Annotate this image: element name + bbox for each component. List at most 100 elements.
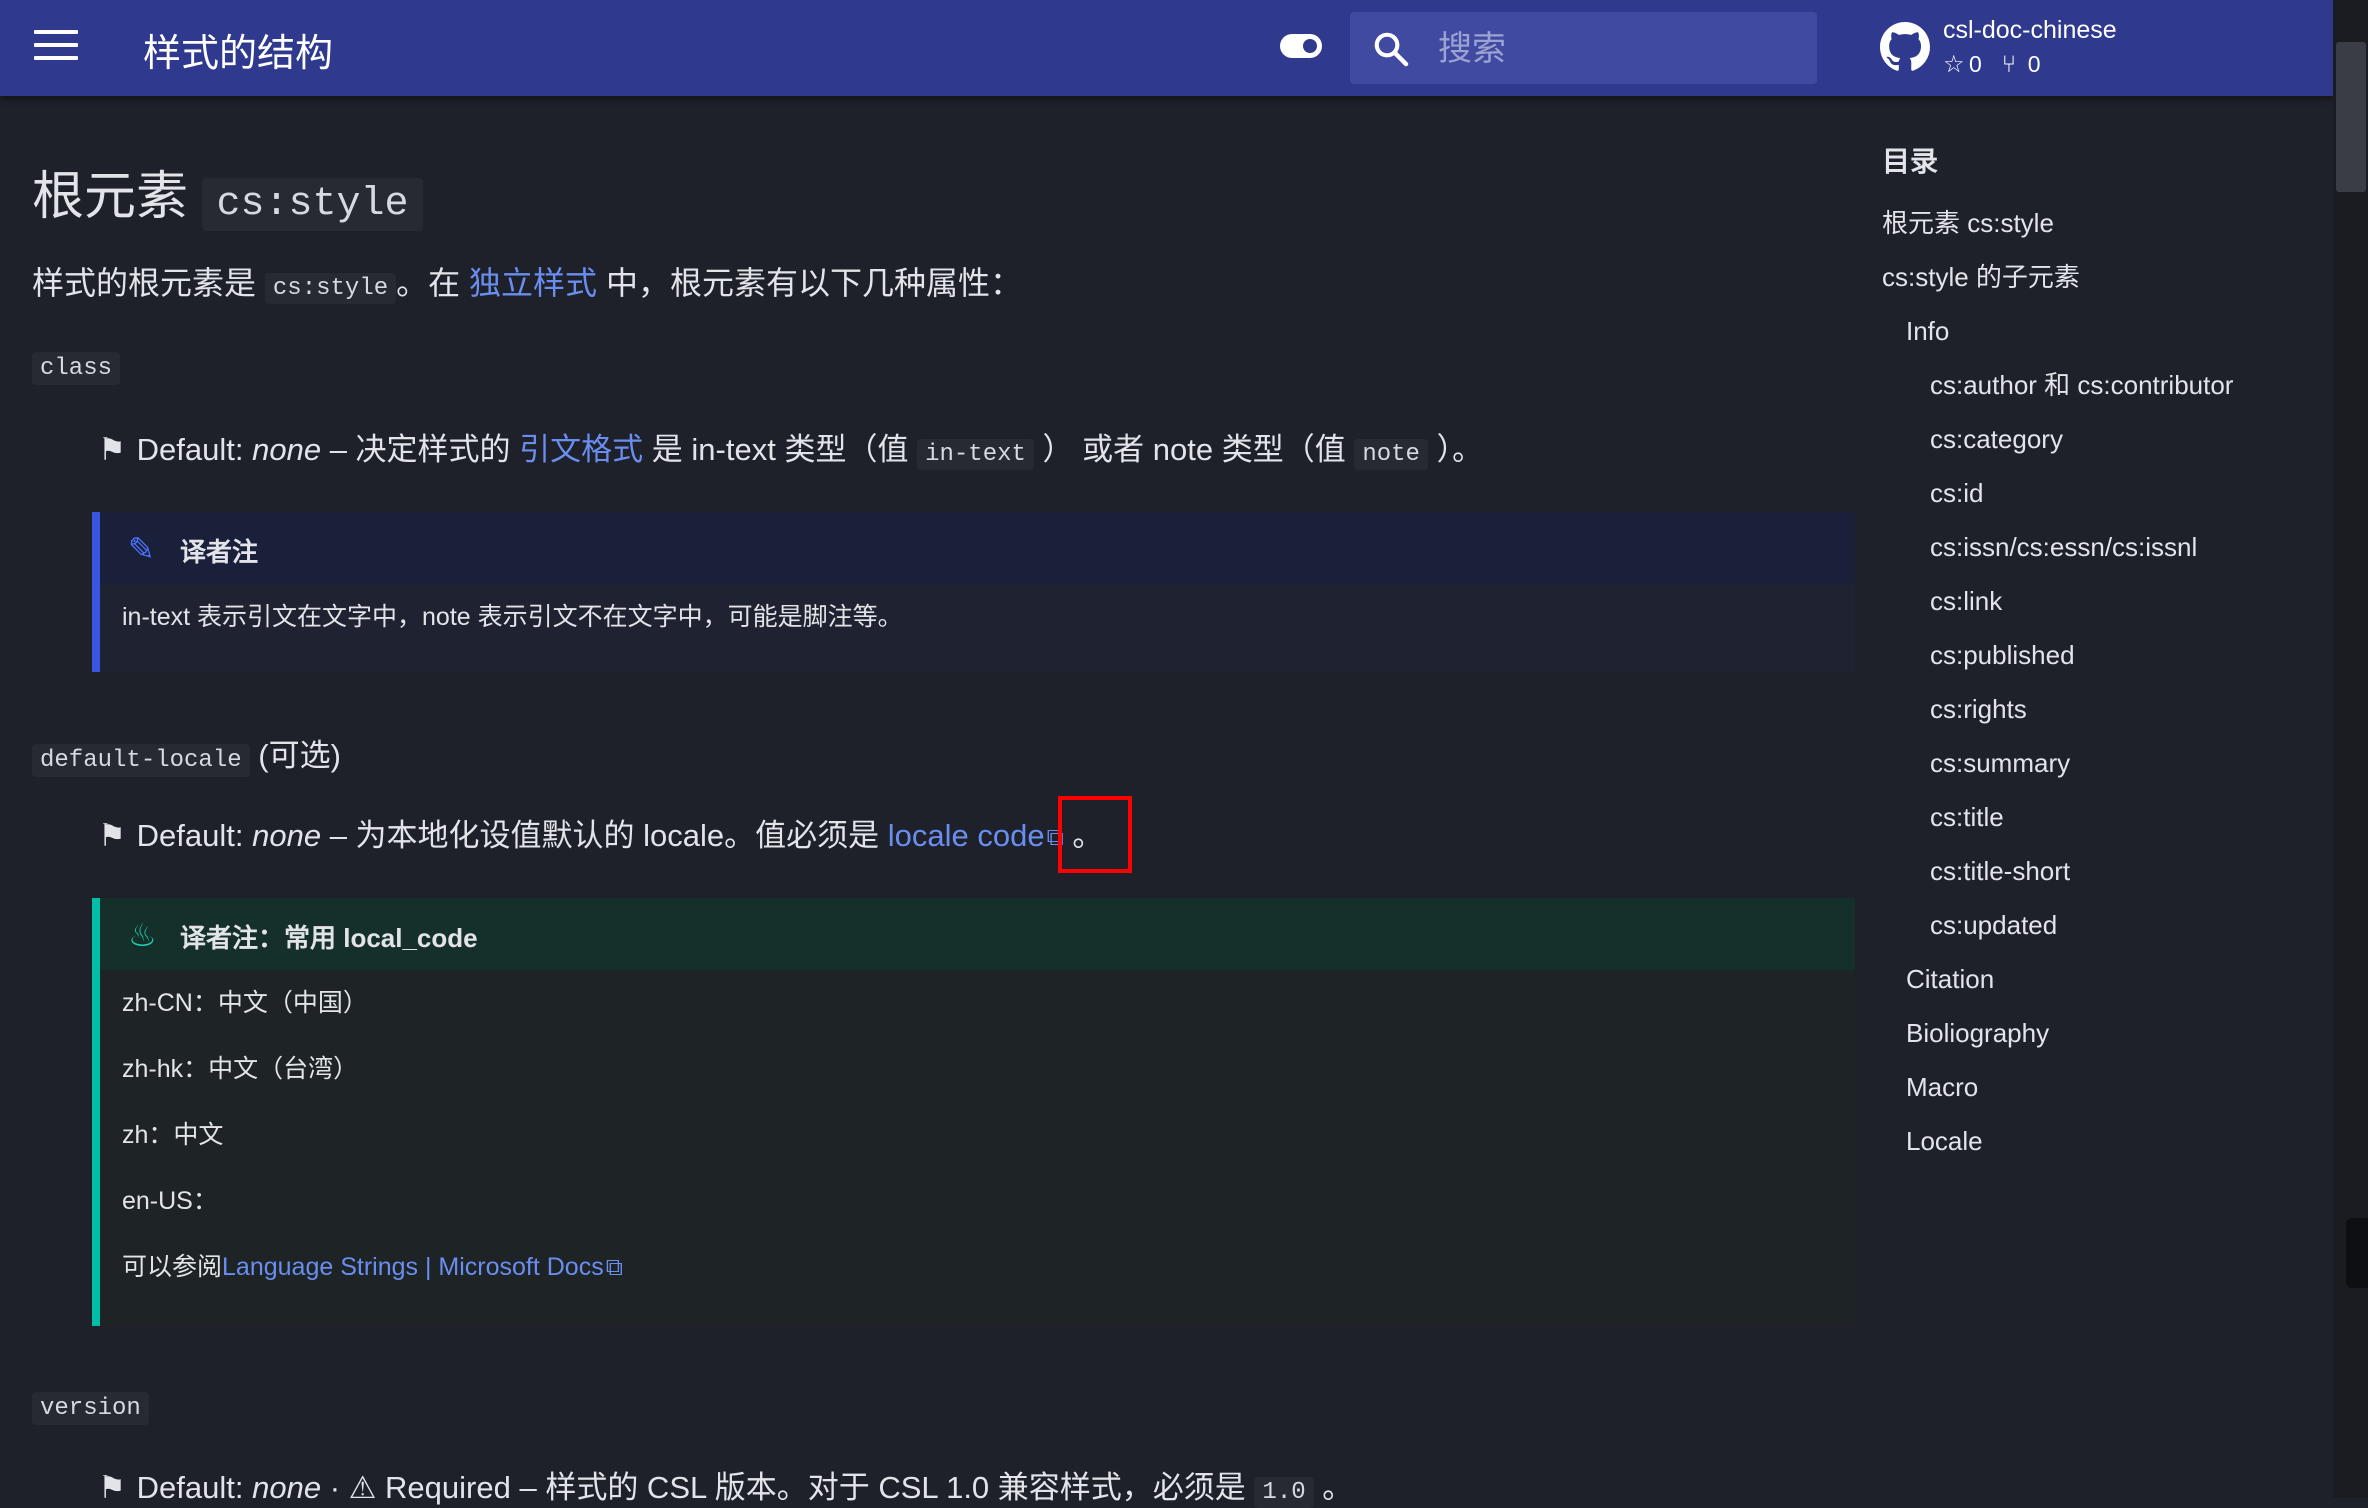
attr-default-locale: default-locale (可选) (32, 730, 341, 777)
class-desc-c: ） 或者 note 类型（值 (1042, 432, 1346, 467)
flag-icon: ⚑ (98, 1470, 126, 1505)
external-link-icon[interactable]: ⧉ (1047, 824, 1064, 852)
attr-version: version (32, 1386, 149, 1425)
locale-desc-b: 。 (1072, 818, 1104, 853)
code-in-text: in-text (917, 439, 1034, 470)
scrollbar-thumb[interactable] (2336, 42, 2366, 192)
standalone-style-link[interactable]: 独立样式 (469, 265, 597, 301)
toc-item[interactable]: cs:summary (1882, 736, 2302, 790)
tip-body: zh-CN：中文（中国） zh-hk：中文（台湾） zh：中文 en-US： 可… (100, 970, 1855, 1300)
toc-item[interactable]: cs:category (1882, 412, 2302, 466)
locale-line: zh-CN：中文（中国） (122, 989, 368, 1017)
reference-line: 可以参阅Language Strings | Microsoft Docs⧉ (122, 1234, 1855, 1300)
default-value: none (252, 432, 322, 467)
code-version-value: 1.0 (1254, 1477, 1314, 1508)
search-input[interactable] (1436, 26, 1800, 72)
toc-item[interactable]: cs:rights (1882, 682, 2302, 736)
star-count: 0 (1969, 51, 1982, 77)
repo-stats: ☆ 0 ⑂ 0 (1943, 50, 2061, 79)
fork-count: 0 (2027, 51, 2041, 77)
locale-default-line: ⚑ Default: none – 为本地化设值默认的 locale。值必须是 … (98, 810, 1103, 855)
locale-desc-a: – 为本地化设值默认的 locale。值必须是 (329, 818, 880, 853)
heading-text: 根元素 (32, 168, 189, 226)
version-desc-a: – 样式的 CSL 版本。对于 CSL 1.0 兼容样式，必须是 (519, 1470, 1246, 1505)
section-heading: 根元素 cs:style (32, 154, 423, 231)
search-box[interactable] (1350, 12, 1817, 84)
star-icon: ☆ (1943, 51, 1965, 78)
attr-locale-code: default-locale (32, 744, 250, 777)
reference-prefix: 可以参阅 (122, 1253, 223, 1281)
intro-text-c: 中，根元素有以下几种属性： (605, 265, 1022, 301)
fire-icon: ♨ (128, 917, 157, 953)
required-badge: · ⚠ Required (329, 1470, 511, 1505)
side-handle[interactable] (2346, 1218, 2368, 1288)
toc-item[interactable]: cs:title-short (1882, 844, 2302, 898)
palette-toggle-icon[interactable] (1280, 34, 1322, 58)
flag-icon: ⚑ (98, 818, 126, 853)
toc-item[interactable]: Citation (1882, 952, 2302, 1006)
toc-item[interactable]: cs:title (1882, 790, 2302, 844)
toc-list: 根元素 cs:style cs:style 的子元素 Info cs:author 和… (1882, 196, 2302, 1168)
attr-class: class (32, 346, 121, 385)
toc-item[interactable]: cs:issn/cs:essn/cs:issnl (1882, 520, 2302, 574)
toc-title: 目录 (1882, 146, 1939, 177)
code-note: note (1354, 439, 1428, 470)
intro-text-b: 。在 (396, 265, 461, 301)
locale-code-link[interactable]: locale code⧉ (888, 818, 1064, 853)
locale-code-link-text: locale code (887, 818, 1045, 853)
page: 样式的结构 csl-doc-chinese ☆ 0 ⑂ 0 根元素 (0, 0, 2333, 1508)
toc-item[interactable]: cs:author 和 cs:contributor (1882, 358, 2302, 412)
tip-title: 译者注：常用 local_code (180, 923, 478, 953)
locale-line: en-US： (122, 1187, 218, 1215)
attr-version-code: version (32, 1392, 149, 1425)
repo-link[interactable]: csl-doc-chinese ☆ 0 ⑂ 0 (1880, 14, 2320, 84)
note-title: 译者注 (180, 537, 259, 567)
toc-item[interactable]: Macro (1882, 1060, 2302, 1114)
microsoft-docs-link[interactable]: Language Strings | Microsoft Docs⧉ (222, 1253, 623, 1281)
toc-item[interactable]: cs:id (1882, 466, 2302, 520)
toc-item[interactable]: cs:link (1882, 574, 2302, 628)
external-link-icon[interactable]: ⧉ (606, 1235, 623, 1301)
default-label: Default: (136, 432, 244, 467)
version-default-line: ⚑ Default: none · ⚠ Required – 样式的 CSL 版… (98, 1462, 1354, 1508)
class-desc-b: 是 in-text 类型（值 (651, 432, 909, 467)
search-icon (1374, 32, 1409, 67)
locale-line: zh：中文 (122, 1121, 224, 1149)
toc-item[interactable]: Bioliography (1882, 1006, 2302, 1060)
citation-format-link[interactable]: 引文格式 (519, 432, 643, 467)
default-value: none (252, 1470, 322, 1505)
class-desc-a: – 决定样式的 (329, 432, 511, 467)
github-icon (1880, 22, 1930, 71)
note-header: ✎ 译者注 (100, 512, 1855, 584)
tip-header: ♨ 译者注：常用 local_code (100, 898, 1855, 970)
pencil-icon: ✎ (128, 531, 155, 567)
heading-code: cs:style (202, 178, 423, 231)
toc-item[interactable]: cs:style 的子元素 (1882, 250, 2302, 304)
page-title: 样式的结构 (143, 33, 334, 75)
fork-icon: ⑂ (2001, 50, 2017, 78)
intro-code: cs:style (264, 273, 397, 304)
toc-item[interactable]: 根元素 cs:style (1882, 196, 2302, 250)
default-label: Default: (136, 1470, 244, 1505)
default-label: Default: (136, 818, 244, 853)
translator-note: ✎ 译者注 in-text 表示引文在文字中，note 表示引文不在文字中，可能… (92, 512, 1855, 672)
toc-item[interactable]: cs:updated (1882, 898, 2302, 952)
hamburger-icon[interactable] (34, 30, 78, 66)
toc-item[interactable]: Info (1882, 304, 2302, 358)
note-body: in-text 表示引文在文字中，note 表示引文不在文字中，可能是脚注等。 (100, 584, 1855, 650)
microsoft-docs-link-text: Language Strings | Microsoft Docs (222, 1253, 604, 1281)
top-app-bar: 样式的结构 csl-doc-chinese ☆ 0 ⑂ 0 (0, 0, 2333, 96)
intro-text-a: 样式的根元素是 (32, 265, 257, 301)
attr-class-code: class (32, 352, 121, 385)
flag-icon: ⚑ (98, 432, 126, 467)
class-desc-d: ）。 (1436, 432, 1484, 467)
default-value: none (252, 818, 322, 853)
toc-item[interactable]: Locale (1882, 1114, 2302, 1168)
repo-name: csl-doc-chinese (1943, 16, 2117, 44)
version-desc-b: 。 (1322, 1470, 1354, 1505)
intro-paragraph: 样式的根元素是 cs:style 。在 独立样式 中，根元素有以下几种属性： (32, 258, 1022, 304)
locale-line: zh-hk：中文（台湾） (122, 1055, 359, 1083)
table-of-contents: 目录 根元素 cs:style cs:style 的子元素 Info cs:autho… (1882, 140, 2302, 1168)
translator-tip: ♨ 译者注：常用 local_code zh-CN：中文（中国） zh-hk：中… (92, 898, 1855, 1326)
toc-item[interactable]: cs:published (1882, 628, 2302, 682)
